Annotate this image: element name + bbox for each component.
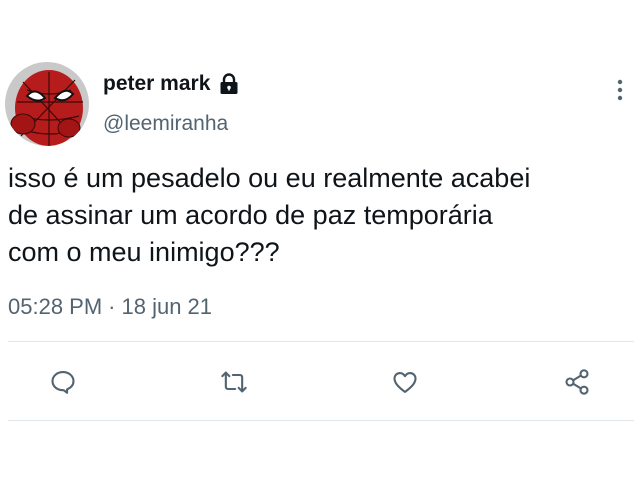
- spiderman-avatar-icon: [5, 62, 89, 146]
- comment-icon: [51, 371, 75, 394]
- tweet-text: isso é um pesadelo ou eu realmente acabe…: [8, 160, 633, 271]
- tweet-text-line: com o meu inimigo???: [8, 237, 280, 267]
- like-button[interactable]: [389, 366, 421, 398]
- share-icon: [565, 369, 589, 395]
- divider: [8, 420, 634, 421]
- heart-icon: [393, 371, 417, 393]
- tweet-time: 05:28 PM: [8, 294, 103, 319]
- tweet-card: peter mark @leemiranha isso é um pesadel…: [0, 0, 640, 480]
- tweet-text-line: de assinar um acordo de paz temporária: [8, 200, 493, 230]
- user-handle[interactable]: @leemiranha: [103, 112, 228, 136]
- reply-button[interactable]: [47, 366, 79, 398]
- more-options-icon[interactable]: [608, 76, 632, 104]
- lock-icon: [217, 72, 241, 96]
- retweet-icon: [221, 371, 247, 393]
- tweet-date: 18 jun 21: [121, 294, 213, 319]
- display-name[interactable]: peter mark: [103, 72, 210, 96]
- retweet-button[interactable]: [218, 366, 250, 398]
- divider: [8, 341, 634, 342]
- avatar[interactable]: [5, 62, 89, 146]
- display-name-row[interactable]: peter mark: [103, 72, 241, 96]
- share-button[interactable]: [561, 366, 593, 398]
- tweet-text-line: isso é um pesadelo ou eu realmente acabe…: [8, 163, 531, 193]
- tweet-timestamp[interactable]: 05:28 PM · 18 jun 21: [8, 294, 212, 320]
- timestamp-separator: ·: [108, 294, 116, 319]
